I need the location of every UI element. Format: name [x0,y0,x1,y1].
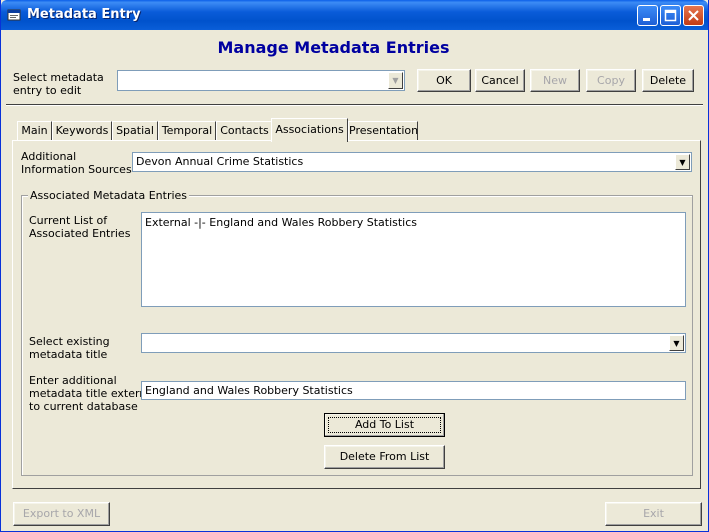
current-list-label-line1: Current List of [29,214,108,227]
info-sources-value: Devon Annual Crime Statistics [136,155,304,168]
close-button[interactable] [683,5,704,26]
external-label-line3: to current database [29,400,138,413]
select-title-label-line1: Select existing [29,335,110,348]
tab-presentation[interactable]: Presentation [348,121,418,141]
external-label-line2: metadata title external [29,387,157,400]
add-to-list-button[interactable]: Add To List [324,413,445,437]
current-list-label: Current List of Associated Entries [29,214,130,240]
select-entry-label: Select metadata entry to edit [13,71,104,97]
app-icon [7,9,21,21]
title-bar[interactable]: Metadata Entry [1,0,708,30]
tab-temporal[interactable]: Temporal [158,121,216,141]
select-title-label: Select existing metadata title [29,335,110,361]
minimize-icon [643,18,650,21]
info-sources-label-line1: Additional [21,150,77,163]
delete-from-list-button[interactable]: Delete From List [324,445,445,469]
select-entry-label-line2: entry to edit [13,84,82,97]
ok-button[interactable]: OK [417,69,471,92]
tab-main[interactable]: Main [17,121,52,141]
external-title-label: Enter additional metadata title external… [29,374,156,413]
chevron-down-icon[interactable]: ▼ [388,72,403,89]
group-title: Associated Metadata Entries [28,189,190,202]
info-sources-label: Additional Information Sources [21,150,132,176]
delete-button[interactable]: Delete [642,69,694,92]
export-xml-button[interactable]: Export to XML [13,502,110,526]
window-title: Metadata Entry [27,7,141,22]
page-title: Manage Metadata Entries [217,38,450,57]
new-button[interactable]: New [530,69,580,92]
metadata-entry-window: Metadata Entry Manage Metadata Entries S… [0,0,709,532]
select-title-combo[interactable]: ▼ [141,333,686,353]
select-title-label-line2: metadata title [29,348,108,361]
current-list-label-line2: Associated Entries [29,227,131,240]
tab-associations[interactable]: Associations [271,118,348,142]
chevron-down-icon[interactable]: ▼ [675,154,690,170]
minimize-button[interactable] [637,5,658,26]
tab-contacts[interactable]: Contacts [216,121,273,141]
tab-spatial[interactable]: Spatial [112,121,158,141]
info-sources-combo[interactable]: Devon Annual Crime Statistics ▼ [132,152,692,172]
external-title-input[interactable]: England and Wales Robbery Statistics [141,381,686,400]
select-entry-label-line1: Select metadata [13,71,104,84]
info-sources-label-line2: Information Sources [21,163,132,176]
divider [6,104,703,106]
cancel-button[interactable]: Cancel [475,69,525,92]
maximize-icon [664,9,677,22]
chevron-down-icon[interactable]: ▼ [669,335,684,351]
list-item[interactable]: External -|- England and Wales Robbery S… [145,216,682,229]
external-label-line1: Enter additional [29,374,117,387]
close-icon [688,10,699,21]
maximize-button[interactable] [660,5,681,26]
tab-keywords[interactable]: Keywords [52,121,112,141]
exit-button[interactable]: Exit [605,502,702,526]
associated-entries-list[interactable]: External -|- England and Wales Robbery S… [141,212,686,307]
select-entry-combo[interactable]: ▼ [117,70,405,91]
copy-button[interactable]: Copy [586,69,636,92]
